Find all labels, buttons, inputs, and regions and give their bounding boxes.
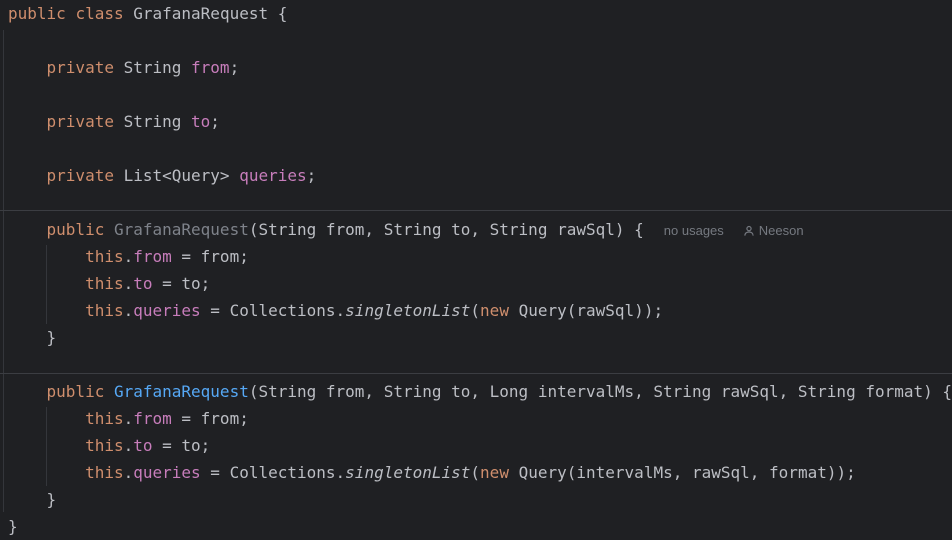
code-token: } [8, 517, 18, 536]
code-token: GrafanaRequest { [124, 4, 288, 23]
code-line[interactable]: private String to; [0, 108, 952, 135]
code-token: class [75, 4, 123, 23]
code-token: Query(intervalMs, rawSql, format)); [509, 463, 856, 482]
code-token: public [47, 220, 105, 239]
code-token: ; [307, 166, 317, 185]
code-token: queries [133, 301, 200, 320]
code-token [8, 274, 85, 293]
code-token: private [47, 166, 114, 185]
code-token: this [85, 463, 124, 482]
code-token: from [133, 247, 172, 266]
code-token [8, 382, 47, 401]
author-inlay-hint[interactable]: Neeson [743, 223, 804, 238]
code-token: from [133, 409, 172, 428]
code-token: . [124, 436, 134, 455]
code-line[interactable] [0, 81, 952, 108]
code-token: . [124, 463, 134, 482]
code-token: private [47, 58, 114, 77]
code-token [104, 382, 114, 401]
code-line[interactable]: } [0, 513, 952, 540]
code-token: ; [230, 58, 240, 77]
code-token [8, 58, 47, 77]
code-editor[interactable]: public class GrafanaRequest { private St… [0, 0, 952, 540]
code-token: (String from, String to, String rawSql) … [249, 220, 644, 239]
code-token: = to; [153, 274, 211, 293]
code-token: public [47, 382, 105, 401]
code-token: = to; [153, 436, 211, 455]
code-token: private [47, 112, 114, 131]
code-token: to [133, 436, 152, 455]
code-line[interactable]: this.to = to; [0, 432, 952, 459]
code-token: public [8, 4, 66, 23]
code-line[interactable]: this.to = to; [0, 270, 952, 297]
code-token: = Collections. [201, 463, 346, 482]
code-token: ( [470, 463, 480, 482]
code-line[interactable]: public GrafanaRequest(String from, Strin… [0, 378, 952, 405]
code-token: this [85, 301, 124, 320]
code-token [8, 247, 85, 266]
code-token: queries [239, 166, 306, 185]
code-token: queries [133, 463, 200, 482]
code-token [8, 166, 47, 185]
code-line[interactable]: public class GrafanaRequest { [0, 0, 952, 27]
code-line[interactable]: this.from = from; [0, 405, 952, 432]
code-token [8, 220, 47, 239]
code-token: . [124, 409, 134, 428]
code-line[interactable] [0, 27, 952, 54]
code-line[interactable]: this.queries = Collections.singletonList… [0, 297, 952, 324]
code-token: to [133, 274, 152, 293]
code-line[interactable]: this.from = from; [0, 243, 952, 270]
code-line[interactable] [0, 351, 952, 378]
code-token: (String from, String to, Long intervalMs… [249, 382, 952, 401]
code-token: . [124, 247, 134, 266]
code-token: List<Query> [114, 166, 239, 185]
code-token: ( [470, 301, 480, 320]
code-lines: public class GrafanaRequest { private St… [0, 0, 952, 540]
code-token: singletonList [345, 301, 470, 320]
code-token: this [85, 247, 124, 266]
code-token: Query(rawSql)); [509, 301, 663, 320]
code-token: . [124, 301, 134, 320]
usages-inlay-hint[interactable]: no usages [664, 223, 724, 238]
user-icon [743, 225, 755, 237]
code-token: String [114, 58, 191, 77]
code-token: GrafanaRequest [114, 220, 249, 239]
code-token [8, 112, 47, 131]
code-line[interactable]: public GrafanaRequest(String from, Strin… [0, 216, 952, 243]
code-token: = Collections. [201, 301, 346, 320]
code-token: . [124, 274, 134, 293]
code-token: this [85, 409, 124, 428]
code-token: from [191, 58, 230, 77]
code-line[interactable]: } [0, 486, 952, 513]
code-token [8, 436, 85, 455]
code-token: = from; [172, 409, 249, 428]
code-token [104, 220, 114, 239]
code-token: ; [210, 112, 220, 131]
code-line[interactable]: this.queries = Collections.singletonList… [0, 459, 952, 486]
code-token: } [8, 490, 56, 509]
code-token [8, 463, 85, 482]
code-line[interactable]: private String from; [0, 54, 952, 81]
code-line[interactable] [0, 135, 952, 162]
code-token: to [191, 112, 210, 131]
code-line[interactable] [0, 189, 952, 216]
code-token: this [85, 436, 124, 455]
code-token: String [114, 112, 191, 131]
code-token [66, 4, 76, 23]
code-token: singletonList [345, 463, 470, 482]
code-token [8, 301, 85, 320]
code-token: this [85, 274, 124, 293]
code-token: } [8, 328, 56, 347]
code-token: = from; [172, 247, 249, 266]
code-token: new [480, 301, 509, 320]
code-token: GrafanaRequest [114, 382, 249, 401]
code-line[interactable]: } [0, 324, 952, 351]
code-token: new [480, 463, 509, 482]
code-token [8, 409, 85, 428]
code-line[interactable]: private List<Query> queries; [0, 162, 952, 189]
